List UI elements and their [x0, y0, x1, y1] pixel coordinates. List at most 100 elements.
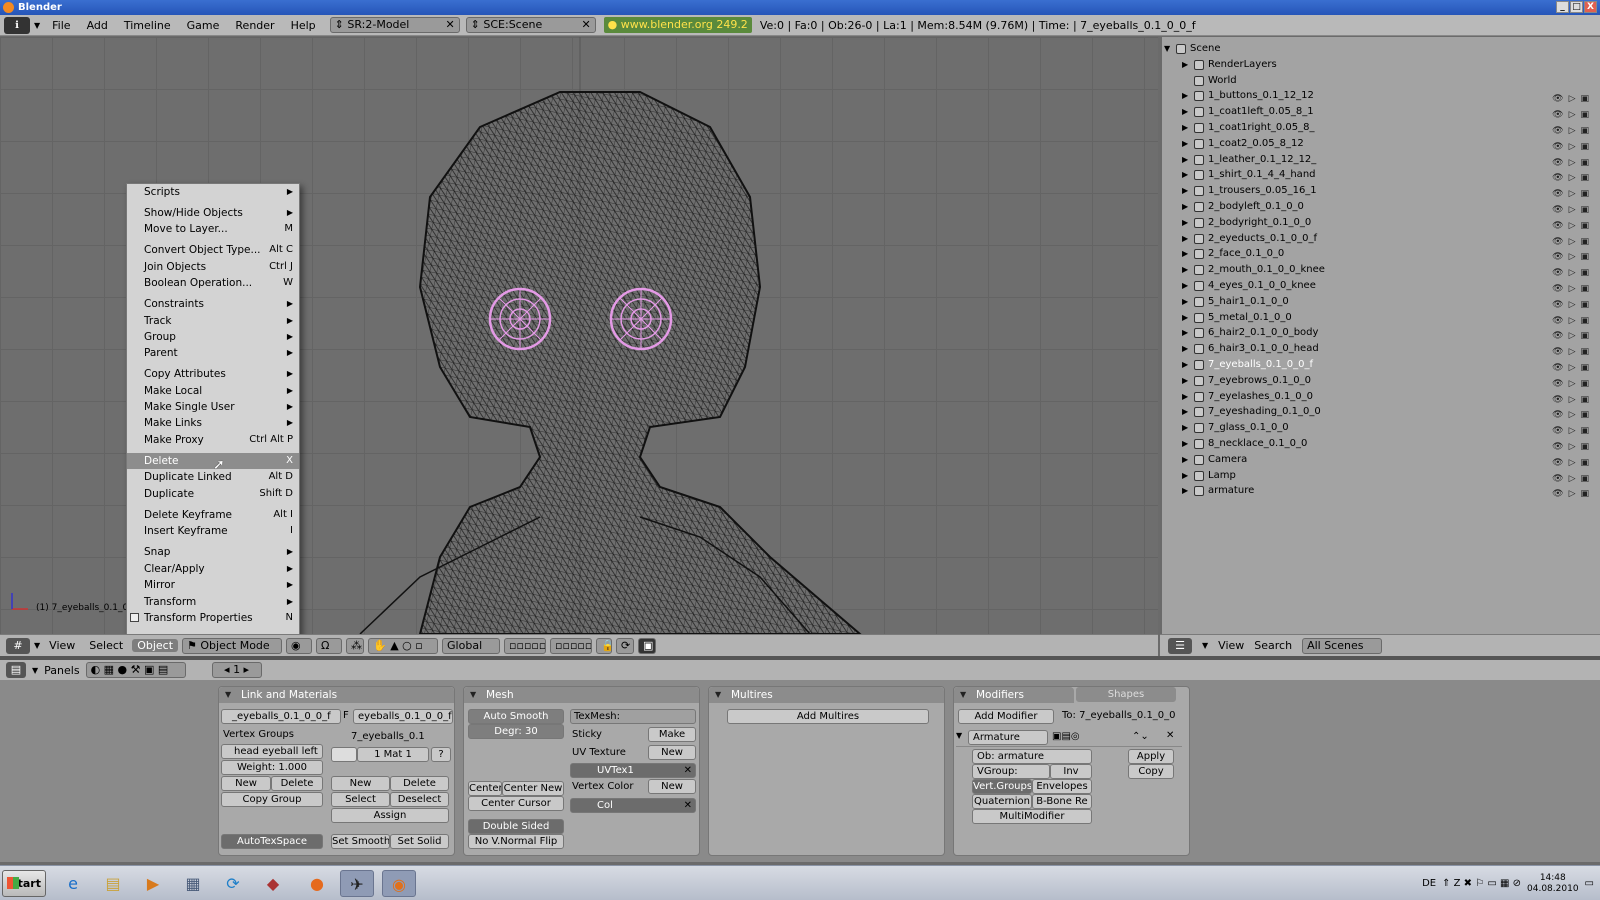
screen-delete-icon[interactable]: ✕	[445, 18, 454, 32]
expand-toggle-icon[interactable]: ▶	[1182, 262, 1188, 278]
update-icon[interactable]: ⟳	[216, 870, 250, 897]
multimodifier-toggle[interactable]: MultiModifier	[972, 809, 1092, 824]
uvtex-layer[interactable]: UVTex1 ✕	[570, 763, 696, 778]
center-cursor-button[interactable]: Center Cursor	[468, 796, 564, 811]
menu-file[interactable]: File	[44, 19, 78, 32]
vertex-color-new-button[interactable]: New	[648, 779, 696, 794]
outliner-collapse-icon[interactable]: ▼	[1202, 641, 1208, 650]
collapse-icon[interactable]: ▼	[34, 641, 40, 650]
modifier-copy-button[interactable]: Copy	[1128, 764, 1174, 779]
menu-item-clear-apply[interactable]: Clear/Apply ▶	[127, 561, 299, 577]
scene-delete-icon[interactable]: ✕	[581, 18, 590, 32]
menu-item-move-to-layer[interactable]: Move to Layer... M	[127, 221, 299, 237]
material-help-button[interactable]: ?	[431, 747, 451, 762]
internet-explorer-icon[interactable]: e	[56, 870, 90, 897]
shapes-tab[interactable]: Shapes	[1076, 687, 1176, 702]
outliner-item[interactable]: World	[1162, 73, 1600, 89]
outliner-item[interactable]: ▶ 7_eyeshading_0.1_0_0 👁▷▣	[1162, 404, 1600, 420]
expand-toggle-icon[interactable]: ▶	[1182, 120, 1188, 136]
mesh-title[interactable]: Mesh	[464, 687, 699, 703]
minimize-button[interactable]: _	[1556, 1, 1569, 13]
outliner-item[interactable]: ▶ 7_glass_0.1_0_0 👁▷▣	[1162, 420, 1600, 436]
lock-icon[interactable]: 🔒	[596, 637, 613, 654]
menu-object[interactable]: Object	[132, 639, 179, 652]
show-desktop-icon[interactable]: ▭	[1585, 878, 1594, 889]
menu-item-transform-properties[interactable]: Transform Properties N	[127, 610, 299, 626]
outliner-item[interactable]: ▶ 2_mouth_0.1_0_0_knee 👁▷▣	[1162, 262, 1600, 278]
menu-item-snap[interactable]: Snap ▶	[127, 544, 299, 560]
menu-item-make-links[interactable]: Make Links ▶	[127, 415, 299, 431]
mode-selector[interactable]: ⚑ Object Mode	[182, 637, 283, 654]
add-modifier-button[interactable]: Add Modifier	[958, 709, 1054, 724]
menu-item-boolean-operation[interactable]: Boolean Operation... W	[127, 275, 299, 291]
vertex-group-selector[interactable]: head eyeball left	[221, 744, 323, 759]
vertex-color-layer[interactable]: Col ✕	[570, 798, 696, 813]
no-vnormal-flip-toggle[interactable]: No V.Normal Flip	[468, 834, 564, 849]
expand-toggle-icon[interactable]: ▼	[1164, 41, 1170, 57]
expand-toggle-icon[interactable]: ▶	[1182, 278, 1188, 294]
outliner-item[interactable]: ▼ Scene	[1162, 41, 1600, 57]
tray-icons[interactable]: ⇑ Z ✖ ⚐ ▭ ▦ ⊘	[1442, 878, 1521, 889]
outliner-item[interactable]: ▶ 2_bodyleft_0.1_0_0 👁▷▣	[1162, 199, 1600, 215]
layer-buttons-a[interactable]: ▫▫▫▫▫	[504, 637, 547, 654]
outliner-item[interactable]: ▶ 6_hair2_0.1_0_0_body 👁▷▣	[1162, 325, 1600, 341]
buttons-collapse-icon[interactable]: ▼	[32, 666, 38, 675]
clock[interactable]: 14:48 04.08.2010	[1527, 873, 1579, 895]
outliner-item[interactable]: ▶ RenderLayers	[1162, 57, 1600, 73]
editor-type-icon[interactable]: ℹ	[4, 16, 30, 34]
degree-field[interactable]: Degr: 30	[468, 724, 564, 739]
editor-grid-icon[interactable]: #	[6, 637, 30, 654]
double-sided-toggle[interactable]: Double Sided	[468, 819, 564, 834]
expand-toggle-icon[interactable]: ▶	[1182, 373, 1188, 389]
menu-item-join-objects[interactable]: Join Objects Ctrl J	[127, 259, 299, 275]
menu-timeline[interactable]: Timeline	[116, 19, 179, 32]
outliner-item[interactable]: ▶ 1_leather_0.1_12_12_ 👁▷▣	[1162, 152, 1600, 168]
outliner-item[interactable]: ▶ 1_trousers_0.05_16_1 👁▷▣	[1162, 183, 1600, 199]
outliner-display-selector[interactable]: All Scenes	[1302, 637, 1383, 654]
network-icon[interactable]: ▦	[176, 870, 210, 897]
modifier-apply-button[interactable]: Apply	[1128, 749, 1174, 764]
expand-toggle-icon[interactable]: ▶	[1182, 167, 1188, 183]
menu-item-constraints[interactable]: Constraints ▶	[127, 296, 299, 312]
explorer-folder-icon[interactable]: ▤	[96, 870, 130, 897]
modifier-object-field[interactable]: Ob: armature	[972, 749, 1092, 764]
uv-texture-new-button[interactable]: New	[648, 745, 696, 760]
outliner-item[interactable]: ▶ 6_hair3_0.1_0_0_head 👁▷▣	[1162, 341, 1600, 357]
panels-menu[interactable]: Panels	[44, 664, 79, 677]
expand-toggle-icon[interactable]: ▶	[1182, 136, 1188, 152]
outliner-menu-search[interactable]: Search	[1254, 639, 1292, 652]
close-button[interactable]: X	[1584, 1, 1597, 13]
collapse-menu-icon[interactable]: ▼	[30, 21, 44, 30]
object-name-field[interactable]: eyeballs_0.1_0_0_f	[353, 709, 453, 724]
outliner-item[interactable]: ▶ 5_hair1_0.1_0_0 👁▷▣	[1162, 294, 1600, 310]
material-delete-button[interactable]: Delete	[390, 776, 449, 791]
start-button[interactable]: Start	[2, 870, 46, 897]
outliner-item[interactable]: ▶ 5_metal_0.1_0_0 👁▷▣	[1162, 310, 1600, 326]
draw-type-icon[interactable]: ◉	[286, 637, 313, 654]
modifier-expand-icon[interactable]: ▼	[956, 731, 962, 740]
firefox-icon[interactable]: ●	[300, 870, 334, 897]
menu-item-make-single-user[interactable]: Make Single User ▶	[127, 399, 299, 415]
menu-item-make-local[interactable]: Make Local ▶	[127, 383, 299, 399]
material-select-button[interactable]: Select	[331, 792, 390, 807]
menu-item-copy-attributes[interactable]: Copy Attributes ▶	[127, 366, 299, 382]
outliner-item[interactable]: ▶ 1_coat1right_0.05_8_ 👁▷▣	[1162, 120, 1600, 136]
outliner-item[interactable]: ▶ 4_eyes_0.1_0_0_knee 👁▷▣	[1162, 278, 1600, 294]
menu-render[interactable]: Render	[227, 19, 282, 32]
expand-toggle-icon[interactable]: ▶	[1182, 310, 1188, 326]
quaternion-toggle[interactable]: Quaternion	[972, 794, 1032, 809]
menu-item-convert-object-type[interactable]: Convert Object Type... Alt C	[127, 242, 299, 258]
menu-game[interactable]: Game	[179, 19, 228, 32]
expand-toggle-icon[interactable]: ▶	[1182, 420, 1188, 436]
material-new-button[interactable]: New	[331, 776, 390, 791]
refresh-icon[interactable]: ⟳	[616, 637, 635, 654]
set-solid-button[interactable]: Set Solid	[390, 834, 449, 849]
menu-item-show-hide-objects[interactable]: Show/Hide Objects ▶	[127, 205, 299, 221]
expand-toggle-icon[interactable]: ▶	[1182, 199, 1188, 215]
outliner-item[interactable]: ▶ 7_eyeballs_0.1_0_0_f 👁▷▣	[1162, 357, 1600, 373]
widget-toggle-icon[interactable]: ⁂	[346, 637, 365, 654]
scene-selector[interactable]: ⇕ SCE:Scene ✕	[465, 17, 596, 33]
expand-toggle-icon[interactable]: ▶	[1182, 152, 1188, 168]
menu-item-parent[interactable]: Parent ▶	[127, 345, 299, 361]
restriction-toggle-icons[interactable]: 👁▷▣	[1552, 486, 1594, 502]
